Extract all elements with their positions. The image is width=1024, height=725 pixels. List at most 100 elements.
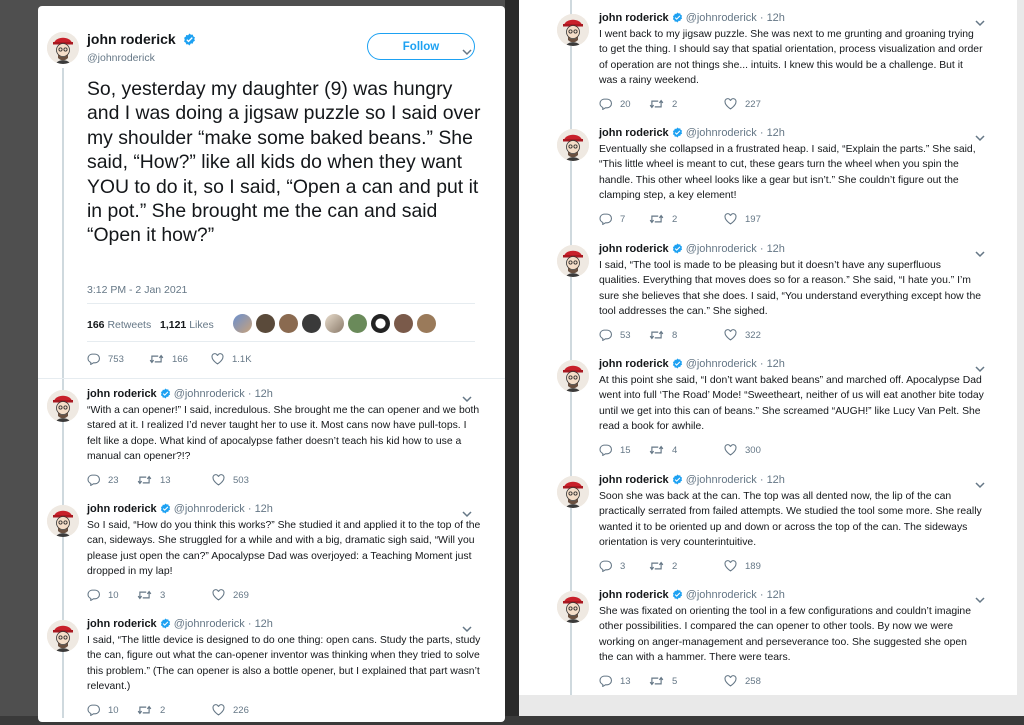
tweet-time[interactable]: · 12h [760, 12, 785, 24]
tweet-header: john roderick @johnroderick · 12h [599, 474, 785, 488]
author-name[interactable]: john roderick [599, 127, 669, 139]
liker-avatar[interactable] [302, 314, 321, 333]
likes-label[interactable]: Likes [189, 319, 214, 331]
like-button[interactable]: 258 [724, 675, 761, 687]
retweet-button[interactable]: 5 [649, 675, 677, 687]
like-button[interactable]: 322 [724, 329, 761, 341]
avatar[interactable] [47, 505, 79, 537]
verified-badge-icon [183, 33, 196, 49]
tweet-text: Soon she was back at the can. The top wa… [599, 491, 982, 549]
author-handle[interactable]: @johnroderick [174, 503, 245, 515]
chevron-down-icon[interactable] [974, 246, 988, 258]
author-handle[interactable]: @johnroderick [174, 388, 245, 400]
author-name[interactable]: john roderick [87, 31, 196, 49]
author-name[interactable]: john roderick [87, 388, 157, 400]
retweet-button[interactable]: 13 [137, 474, 171, 486]
tweet-time[interactable]: · 12h [248, 388, 273, 400]
chevron-down-icon[interactable] [461, 391, 475, 403]
chevron-down-icon[interactable] [461, 621, 475, 633]
like-button[interactable]: 227 [724, 98, 761, 110]
like-button[interactable]: 189 [724, 560, 761, 572]
liker-avatar[interactable] [417, 314, 436, 333]
reply-button[interactable]: 753 [87, 353, 124, 365]
author-name[interactable]: john roderick [599, 589, 669, 601]
retweet-button[interactable]: 2 [649, 213, 677, 225]
avatar[interactable] [557, 476, 589, 508]
author-handle[interactable]: @johnroderick [686, 127, 757, 139]
like-button[interactable]: 226 [212, 704, 249, 716]
tweet-time[interactable]: · 12h [760, 358, 785, 370]
author-handle[interactable]: @johnroderick [686, 243, 757, 255]
chevron-down-icon[interactable] [974, 477, 988, 489]
author-handle[interactable]: @johnroderick [686, 358, 757, 370]
author-handle[interactable]: @johnroderick [686, 474, 757, 486]
liker-avatar[interactable] [279, 314, 298, 333]
author-name[interactable]: john roderick [599, 12, 669, 24]
retweets-label[interactable]: Retweets [107, 319, 151, 331]
follow-button[interactable]: Follow [367, 33, 475, 60]
author-name[interactable]: john roderick [87, 618, 157, 630]
reply-button[interactable]: 10 [87, 589, 119, 601]
author-handle[interactable]: @johnroderick [87, 52, 155, 64]
retweet-button[interactable]: 2 [649, 560, 677, 572]
chevron-down-icon[interactable] [974, 130, 988, 142]
retweet-button[interactable]: 3 [137, 589, 165, 601]
liker-avatar[interactable] [233, 314, 252, 333]
avatar[interactable] [47, 620, 79, 652]
retweet-button[interactable]: 166 [149, 353, 188, 365]
tweet-timestamp[interactable]: 3:12 PM - 2 Jan 2021 [87, 284, 187, 296]
author-handle[interactable]: @johnroderick [686, 589, 757, 601]
reply-button[interactable]: 15 [599, 444, 631, 456]
author-handle[interactable]: @johnroderick [174, 618, 245, 630]
tweet-time[interactable]: · 12h [248, 503, 273, 515]
avatar[interactable] [557, 591, 589, 623]
reply-button[interactable]: 53 [599, 329, 631, 341]
tweet-time[interactable]: · 12h [760, 589, 785, 601]
avatar[interactable] [47, 390, 79, 422]
retweet-button[interactable]: 8 [649, 329, 677, 341]
author-name-text[interactable]: john roderick [87, 31, 176, 47]
chevron-down-icon[interactable] [461, 44, 475, 56]
chevron-down-icon[interactable] [974, 592, 988, 604]
like-button[interactable]: 1.1K [211, 353, 252, 365]
liker-avatar[interactable] [371, 314, 390, 333]
author-handle[interactable]: @johnroderick [686, 12, 757, 24]
reply-icon [599, 444, 612, 456]
avatar[interactable] [557, 245, 589, 277]
retweet-button[interactable]: 2 [137, 704, 165, 716]
chevron-down-icon[interactable] [974, 361, 988, 373]
avatar[interactable] [47, 32, 79, 64]
author-name[interactable]: john roderick [599, 243, 669, 255]
liker-avatar[interactable] [348, 314, 367, 333]
reply-button[interactable]: 20 [599, 98, 631, 110]
chevron-down-icon[interactable] [974, 15, 988, 27]
like-button[interactable]: 269 [212, 589, 249, 601]
tweet-time[interactable]: · 12h [248, 618, 273, 630]
reply-button[interactable]: 7 [599, 213, 625, 225]
avatar[interactable] [557, 129, 589, 161]
tweet-time[interactable]: · 12h [760, 474, 785, 486]
chevron-down-icon[interactable] [461, 506, 475, 518]
reply-button[interactable]: 10 [87, 704, 119, 716]
liker-avatar[interactable] [394, 314, 413, 333]
like-button[interactable]: 503 [212, 474, 249, 486]
reply-button[interactable]: 23 [87, 474, 119, 486]
author-name[interactable]: john roderick [87, 503, 157, 515]
like-count: 258 [745, 675, 761, 687]
reply-button[interactable]: 3 [599, 560, 625, 572]
retweet-button[interactable]: 4 [649, 444, 677, 456]
author-name[interactable]: john roderick [599, 358, 669, 370]
retweets-count[interactable]: 166 [87, 319, 105, 331]
avatar[interactable] [557, 360, 589, 392]
liker-avatar[interactable] [256, 314, 275, 333]
like-button[interactable]: 197 [724, 213, 761, 225]
likes-count[interactable]: 1,121 [160, 319, 186, 331]
reply-button[interactable]: 13 [599, 675, 631, 687]
avatar[interactable] [557, 14, 589, 46]
retweet-button[interactable]: 2 [649, 98, 677, 110]
like-button[interactable]: 300 [724, 444, 761, 456]
author-name[interactable]: john roderick [599, 474, 669, 486]
tweet-time[interactable]: · 12h [760, 127, 785, 139]
tweet-time[interactable]: · 12h [760, 243, 785, 255]
liker-avatar[interactable] [325, 314, 344, 333]
